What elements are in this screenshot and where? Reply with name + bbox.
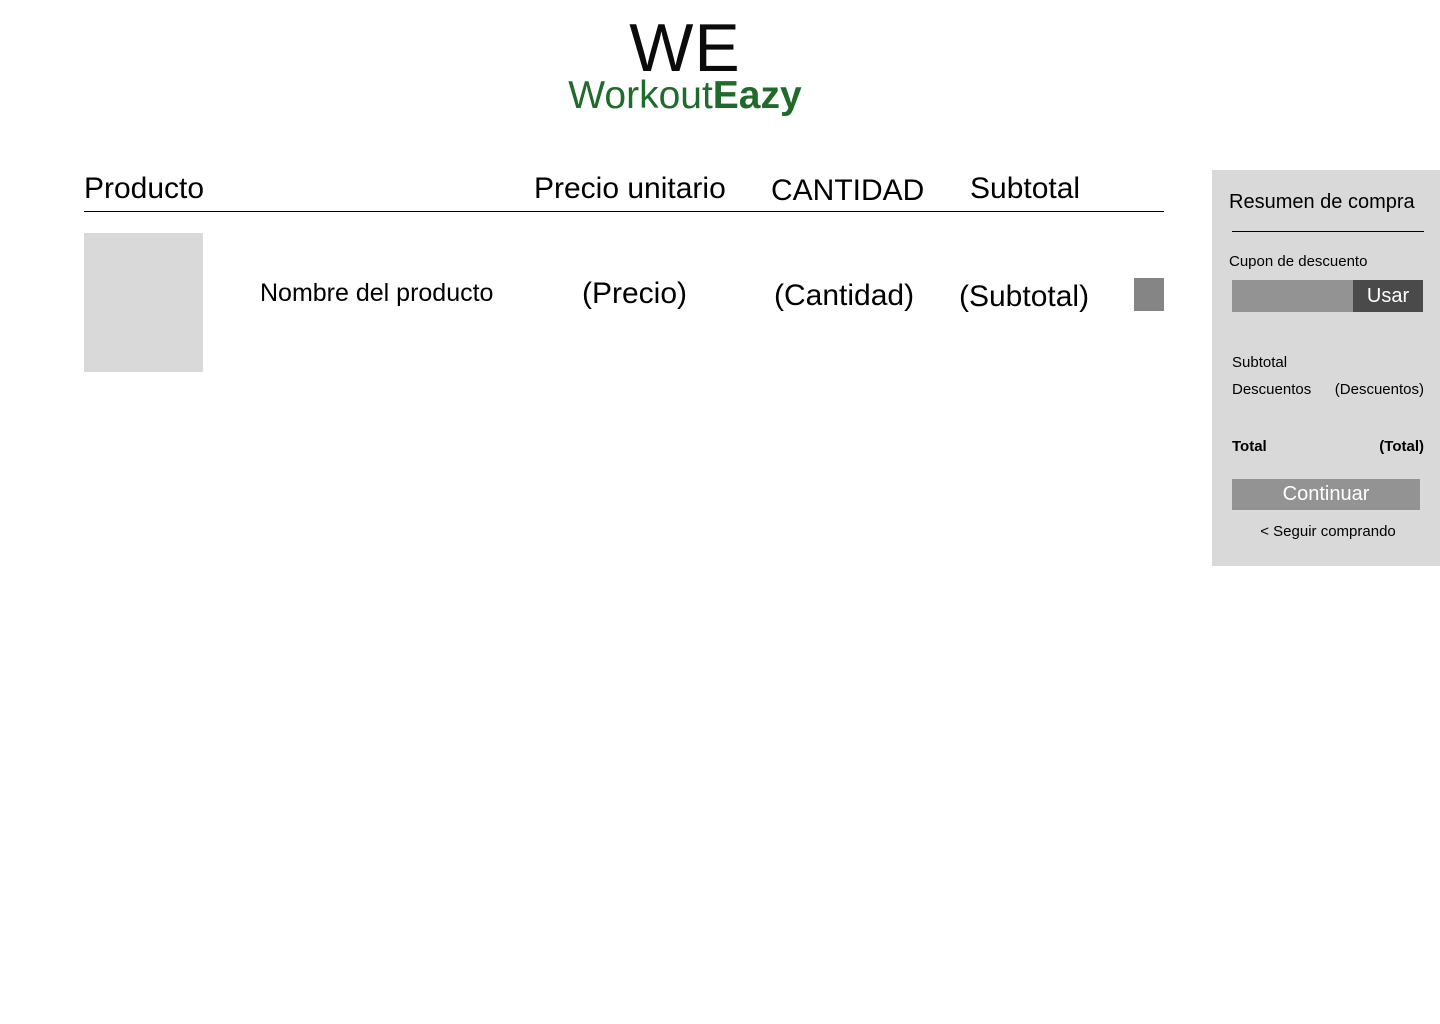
product-quantity[interactable]: (Cantidad) (774, 278, 914, 314)
summary-discounts-value: (Descuentos) (1334, 381, 1424, 398)
product-subtotal: (Subtotal) (959, 280, 1090, 313)
header-divider (84, 211, 1164, 212)
column-header-quantity: CANTIDAD (771, 174, 925, 207)
remove-item-button[interactable] (1134, 278, 1164, 311)
summary-total-value: (Total) (1379, 438, 1424, 455)
coupon-label: Cupon de descuento (1229, 253, 1368, 270)
product-name[interactable]: Nombre del producto (260, 278, 493, 308)
logo-wordmark: WorkoutEazy (560, 74, 810, 118)
brand-logo[interactable]: WE WorkoutEazy (560, 10, 810, 125)
product-image-placeholder[interactable] (84, 233, 203, 372)
summary-total-row: Total (Total) (1232, 438, 1424, 456)
order-summary-panel: Resumen de compra Cupon de descuento Usa… (1212, 170, 1440, 566)
column-header-unit-price: Precio unitario (534, 172, 726, 205)
logo-wordmark-regular: Workout (568, 74, 713, 117)
summary-discounts-row: Descuentos (Descuentos) (1232, 381, 1424, 399)
summary-subtotal-label: Subtotal (1232, 354, 1288, 371)
logo-mark: WE (629, 10, 741, 86)
summary-total-label: Total (1232, 438, 1267, 455)
column-header-subtotal: Subtotal (970, 172, 1081, 205)
logo-wordmark-bold: Eazy (712, 74, 802, 117)
continue-button[interactable]: Continuar (1232, 479, 1420, 510)
product-unit-price: (Precio) (582, 277, 688, 310)
summary-discounts-label: Descuentos (1232, 381, 1312, 398)
column-header-product: Producto (84, 172, 205, 205)
summary-divider (1232, 231, 1424, 232)
coupon-input[interactable] (1232, 280, 1354, 312)
keep-shopping-link[interactable]: < Seguir comprando (1232, 523, 1424, 541)
summary-subtotal-row: Subtotal (1232, 354, 1424, 372)
summary-title: Resumen de compra (1229, 191, 1415, 213)
apply-coupon-button[interactable]: Usar (1353, 280, 1423, 312)
